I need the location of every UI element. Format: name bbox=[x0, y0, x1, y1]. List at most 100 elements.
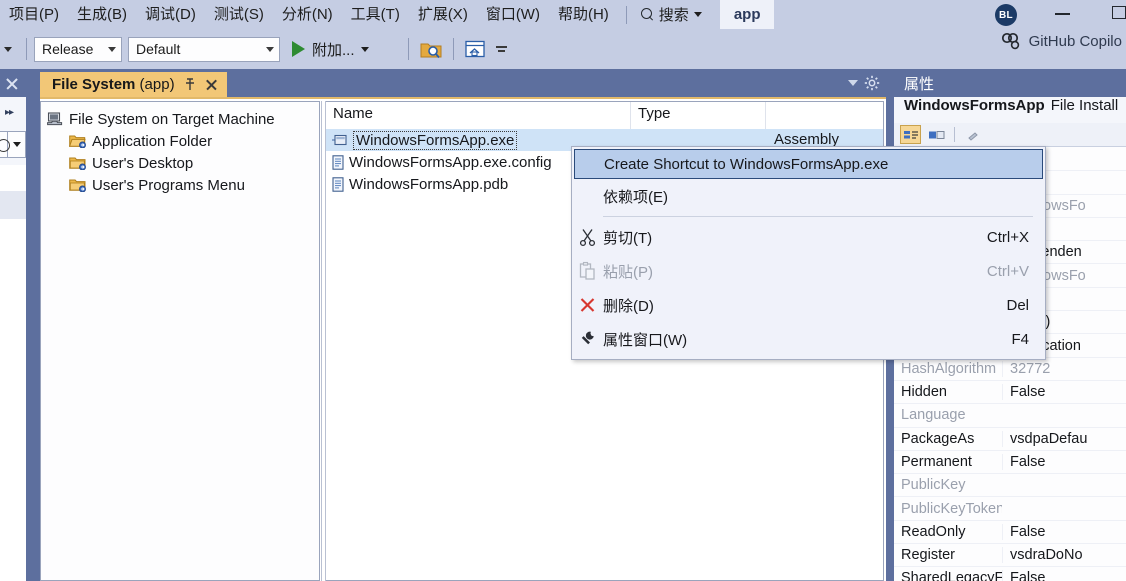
categorized-view-button[interactable] bbox=[900, 125, 921, 144]
file-name: WindowsFormsApp.pdb bbox=[349, 175, 509, 193]
solution-platform-combo[interactable]: Default bbox=[128, 36, 280, 62]
ctx-cut[interactable]: 剪切(T) Ctrl+X bbox=[572, 220, 1045, 254]
github-copilot-button[interactable]: GitHub Copilo bbox=[1000, 32, 1126, 50]
attach-dropdown-icon[interactable] bbox=[360, 46, 369, 52]
property-row[interactable]: ReadOnly False bbox=[894, 519, 1126, 543]
events-button[interactable] bbox=[963, 125, 984, 144]
computer-icon bbox=[47, 112, 63, 126]
left-panel-body bbox=[0, 219, 26, 581]
property-value[interactable]: False bbox=[1002, 570, 1126, 581]
ctx-item-shortcut: F4 bbox=[1011, 330, 1029, 348]
property-row[interactable]: PublicKeyToken bbox=[894, 496, 1126, 519]
folder-search-icon[interactable] bbox=[420, 40, 442, 59]
folder-open-icon bbox=[69, 135, 86, 148]
ctx-paste[interactable]: 粘贴(P) Ctrl+V bbox=[572, 254, 1045, 288]
solution-platform-value: Default bbox=[136, 41, 181, 57]
toolbar-options-icon[interactable] bbox=[496, 46, 508, 52]
ctx-item-label: 属性窗口(W) bbox=[603, 331, 688, 349]
property-row[interactable]: Hidden False bbox=[894, 379, 1126, 403]
document-tab-strip: File System (app) bbox=[40, 69, 886, 97]
ctx-item-label: 删除(D) bbox=[603, 297, 654, 315]
menu-analyze[interactable]: 分析(N) bbox=[273, 3, 342, 27]
property-key: PublicKey bbox=[901, 477, 966, 494]
left-panel-header bbox=[0, 69, 26, 97]
left-panel-combo[interactable] bbox=[0, 131, 26, 158]
exe-icon bbox=[332, 134, 347, 146]
ctx-delete[interactable]: 删除(D) Del bbox=[572, 288, 1045, 322]
column-header-extra[interactable] bbox=[766, 102, 882, 129]
property-value[interactable]: vsdpaDefau bbox=[1002, 430, 1126, 447]
tree-node-users-programs-menu[interactable]: User's Programs Menu bbox=[41, 174, 319, 196]
property-row[interactable]: Permanent False bbox=[894, 449, 1126, 473]
home-window-icon[interactable] bbox=[464, 40, 486, 59]
properties-object-type: File Install bbox=[1050, 97, 1119, 114]
property-row[interactable]: SharedLegacyFileFalse bbox=[894, 566, 1126, 581]
expand-chevrons-icon[interactable]: ▸▸ bbox=[5, 107, 14, 118]
pin-icon[interactable] bbox=[184, 78, 196, 91]
property-key: Register bbox=[901, 547, 955, 564]
property-value[interactable]: False bbox=[1002, 454, 1126, 470]
menu-build[interactable]: 生成(B) bbox=[68, 3, 136, 27]
chevron-down-icon bbox=[266, 46, 274, 52]
start-debug-icon[interactable] bbox=[292, 41, 305, 57]
tree-node-users-desktop[interactable]: User's Desktop bbox=[41, 152, 319, 174]
menu-debug[interactable]: 调试(D) bbox=[136, 3, 205, 27]
tree-node-application-folder[interactable]: Application Folder bbox=[41, 130, 319, 152]
alphabetical-view-button[interactable] bbox=[925, 125, 946, 144]
menu-bar: 项目(P) 生成(B) 调试(D) 测试(S) 分析(N) 工具(T) 扩展(X… bbox=[0, 0, 1126, 30]
property-value[interactable]: False bbox=[1002, 384, 1126, 401]
menu-test[interactable]: 测试(S) bbox=[205, 3, 273, 27]
file-system-tree[interactable]: File System on Target Machine Applicatio… bbox=[40, 101, 320, 581]
start-without-debug-icon[interactable] bbox=[385, 41, 397, 57]
menu-window[interactable]: 窗口(W) bbox=[477, 3, 549, 27]
maximize-button[interactable] bbox=[1112, 6, 1126, 19]
menu-extensions[interactable]: 扩展(X) bbox=[409, 3, 477, 27]
avatar[interactable]: BL bbox=[995, 4, 1017, 26]
tree-node-root[interactable]: File System on Target Machine bbox=[41, 108, 319, 130]
solution-configuration-combo[interactable]: Release bbox=[34, 36, 122, 62]
context-menu: Create Shortcut to WindowsFormsApp.exe 依… bbox=[571, 146, 1046, 360]
menu-project[interactable]: 项目(P) bbox=[0, 3, 68, 27]
toolbar-overflow-left-icon[interactable] bbox=[4, 46, 12, 52]
left-panel-combo-value bbox=[0, 132, 10, 157]
attach-label[interactable]: 附加... bbox=[312, 39, 355, 60]
left-panel-band bbox=[0, 165, 26, 191]
folder-icon bbox=[69, 157, 86, 170]
file-name: WindowsFormsApp.exe bbox=[353, 130, 518, 150]
property-row[interactable]: PublicKey bbox=[894, 473, 1126, 496]
left-panel-band-alt bbox=[0, 191, 26, 219]
close-icon[interactable] bbox=[205, 78, 218, 91]
context-menu-separator bbox=[603, 216, 1033, 217]
property-value[interactable]: vsdraDoNo bbox=[1002, 547, 1126, 564]
property-value[interactable]: False bbox=[1002, 523, 1126, 540]
minimize-button[interactable] bbox=[1055, 13, 1070, 15]
ctx-properties-window[interactable]: 属性窗口(W) F4 bbox=[572, 322, 1045, 356]
close-icon[interactable] bbox=[4, 76, 19, 91]
ctx-dependencies[interactable]: 依赖项(E) bbox=[572, 179, 1045, 213]
solution-name-chip[interactable]: app bbox=[719, 0, 775, 30]
gear-icon[interactable] bbox=[864, 75, 880, 91]
property-row[interactable]: Register vsdraDoNo bbox=[894, 543, 1126, 566]
folder-icon bbox=[69, 179, 86, 192]
property-key: Hidden bbox=[901, 384, 947, 401]
chevron-down-icon[interactable] bbox=[8, 132, 25, 157]
column-header-type[interactable]: Type bbox=[631, 102, 766, 129]
search-button[interactable]: 搜索 bbox=[635, 2, 708, 27]
left-tool-window-partial: ▸▸ bbox=[0, 69, 26, 581]
property-row[interactable]: Language bbox=[894, 403, 1126, 426]
tab-file-system[interactable]: File System (app) bbox=[40, 72, 227, 97]
property-key: Permanent bbox=[901, 454, 972, 470]
visual-studio-window: 项目(P) 生成(B) 调试(D) 测试(S) 分析(N) 工具(T) 扩展(X… bbox=[0, 0, 1126, 581]
property-row[interactable]: PackageAs vsdpaDefau bbox=[894, 426, 1126, 450]
property-value[interactable]: 32772 bbox=[1002, 360, 1126, 377]
wrench-icon bbox=[581, 331, 594, 345]
menu-tools[interactable]: 工具(T) bbox=[342, 3, 409, 27]
menu-help[interactable]: 帮助(H) bbox=[549, 3, 618, 27]
tab-list-chevron-icon[interactable] bbox=[848, 80, 858, 86]
ctx-item-label: 剪切(T) bbox=[603, 229, 653, 247]
property-key: ReadOnly bbox=[901, 523, 966, 540]
column-header-name[interactable]: Name bbox=[326, 102, 631, 129]
property-row[interactable]: HashAlgorithm 32772 bbox=[894, 356, 1126, 380]
ctx-item-shortcut: Del bbox=[1006, 296, 1029, 314]
ctx-create-shortcut[interactable]: Create Shortcut to WindowsFormsApp.exe bbox=[574, 149, 1043, 179]
